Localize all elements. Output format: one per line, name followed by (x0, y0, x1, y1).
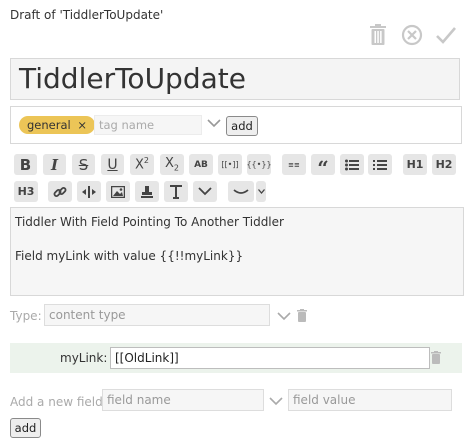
heading1-button[interactable]: H1 (403, 154, 427, 175)
tag-pill[interactable]: general × (19, 116, 96, 134)
add-tag-button[interactable]: add (226, 116, 258, 136)
strikethrough-button[interactable]: S (72, 154, 95, 175)
trash-icon[interactable] (366, 22, 390, 48)
type-label: Type: (10, 309, 42, 323)
chevron-down-icon[interactable] (269, 396, 283, 406)
body-line: Tiddler With Field Pointing To Another T… (15, 215, 284, 229)
bullet-list-icon (345, 159, 359, 170)
content-type-input[interactable]: content type (44, 304, 270, 326)
subscript-button[interactable]: X2 (160, 154, 184, 175)
underline-button[interactable]: U (101, 154, 124, 175)
checkmark-icon[interactable] (434, 22, 458, 48)
bold-button[interactable]: B (14, 154, 37, 175)
transclude-button[interactable]: [[•]] (218, 154, 242, 175)
new-field-name-input[interactable]: field name (102, 389, 264, 411)
italic-button[interactable]: I (43, 154, 66, 175)
strikethrough-icon: S (78, 155, 89, 174)
field-row: myLink: [[OldLink]] (10, 343, 462, 373)
add-field-button[interactable]: add (10, 418, 41, 438)
trash-icon[interactable] (431, 351, 441, 364)
title-input[interactable]: TiddlerToUpdate (10, 58, 460, 100)
new-field-value-input[interactable]: field value (288, 389, 452, 411)
bullet-list-button[interactable] (340, 154, 364, 175)
image-icon (111, 185, 125, 198)
stamp-icon (141, 185, 153, 198)
tag-label: general (27, 118, 71, 132)
draft-title: Draft of 'TiddlerToUpdate' (10, 8, 164, 22)
new-field-label: Add a new field: (10, 395, 107, 409)
italic-icon: I (50, 155, 59, 174)
quote-icon: “ (317, 155, 329, 180)
link-button[interactable] (48, 181, 72, 202)
excise-button[interactable]: ≡≡ (282, 154, 306, 175)
tags-editor: general × tag name add (10, 106, 462, 144)
more-button[interactable] (193, 181, 217, 202)
quote-button[interactable]: “ (311, 154, 335, 180)
image-button[interactable] (106, 181, 130, 202)
resize-icon (233, 188, 249, 194)
macro-icon: {{•}} (246, 160, 272, 169)
monospace-button[interactable] (77, 181, 101, 202)
heading2-icon: H2 (435, 158, 453, 171)
superscript-button[interactable]: X2 (130, 154, 154, 175)
chevron-down-icon[interactable] (207, 118, 221, 128)
link-icon (53, 186, 67, 197)
excise-icon: ≡≡ (288, 160, 300, 169)
field-name-label: myLink: (60, 351, 108, 365)
smallcaps-icon: AB (194, 159, 208, 170)
transclude-icon: [[•]] (221, 160, 239, 169)
text-size-button[interactable] (164, 181, 188, 202)
subscript-icon: X2 (165, 156, 179, 173)
body-line: Field myLink with value {{!!myLink}} (15, 249, 244, 263)
heading2-button[interactable]: H2 (432, 154, 456, 175)
chevron-down-icon (198, 187, 212, 196)
chevron-down-icon (257, 189, 265, 194)
numbered-list-icon (373, 159, 387, 170)
trash-icon[interactable] (297, 309, 307, 322)
heading3-button[interactable]: H3 (14, 181, 38, 202)
text-size-icon (170, 184, 182, 199)
superscript-icon: X2 (135, 156, 149, 173)
chevron-down-icon[interactable] (277, 311, 291, 321)
numbered-list-button[interactable] (368, 154, 392, 175)
field-value-input[interactable]: [[OldLink]] (110, 347, 430, 369)
stamp-button[interactable] (135, 181, 159, 202)
heading3-icon: H3 (17, 185, 35, 198)
body-editor[interactable]: Tiddler With Field Pointing To Another T… (10, 207, 464, 296)
tag-name-input[interactable]: tag name (94, 115, 202, 135)
editor-height-button[interactable] (228, 181, 254, 202)
tag-remove-icon[interactable]: × (77, 118, 87, 132)
heading1-icon: H1 (406, 158, 424, 171)
monospace-icon (82, 185, 96, 198)
editor-height-dropdown[interactable] (256, 181, 266, 202)
smallcaps-button[interactable]: AB (189, 154, 213, 175)
underline-icon: U (107, 156, 118, 173)
macro-button[interactable]: {{•}} (246, 154, 272, 175)
bold-icon: B (19, 155, 32, 174)
cancel-icon[interactable] (400, 22, 424, 48)
